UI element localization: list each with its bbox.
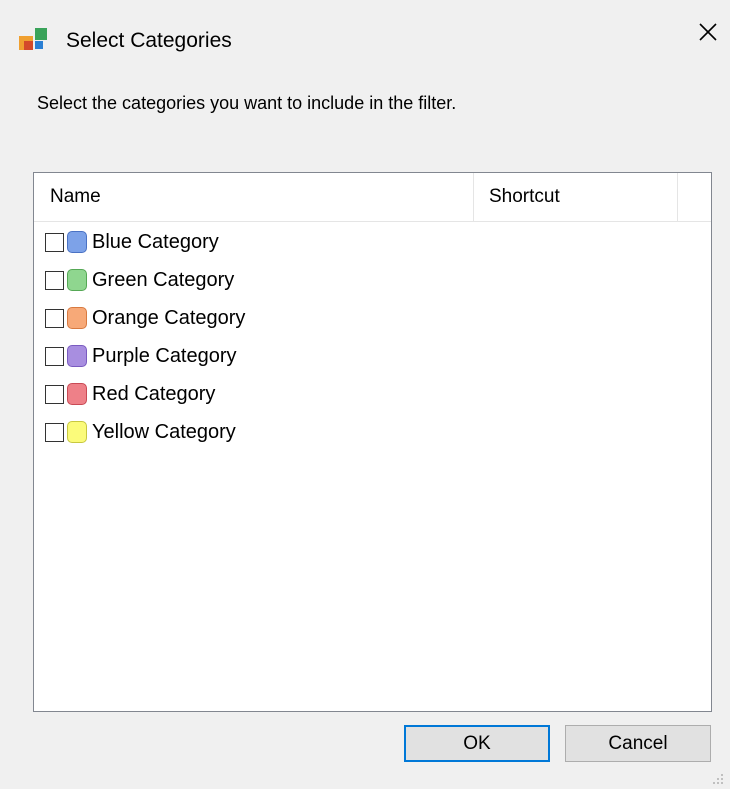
instruction-text: Select the categories you want to includ… — [37, 93, 457, 113]
category-checkbox[interactable] — [45, 308, 64, 328]
category-color-icon — [67, 231, 87, 253]
list-item[interactable]: Yellow Category — [34, 413, 711, 451]
close-icon — [699, 23, 717, 41]
ok-button[interactable]: OK — [404, 725, 550, 762]
category-color-icon — [67, 269, 87, 291]
cancel-button[interactable]: Cancel — [565, 725, 711, 762]
category-checkbox[interactable] — [45, 346, 64, 366]
category-label: Purple Category — [92, 345, 237, 367]
category-color-icon — [67, 383, 87, 405]
column-header-shortcut[interactable]: Shortcut — [474, 173, 678, 221]
list-header: Name Shortcut — [34, 173, 711, 222]
list-rows: Blue Category Green Category Orange Catego… — [34, 223, 711, 451]
title-bar: Select Categories — [0, 0, 730, 78]
category-color-icon — [67, 307, 87, 329]
list-item[interactable]: Purple Category — [34, 337, 711, 375]
category-label: Yellow Category — [92, 421, 236, 443]
categories-list[interactable]: Name Shortcut Blue Category Green Categor… — [33, 172, 712, 712]
category-color-icon — [67, 421, 87, 443]
category-color-icon — [67, 345, 87, 367]
close-button[interactable] — [686, 12, 730, 52]
category-label: Blue Category — [92, 231, 219, 253]
resize-grip-icon[interactable] — [712, 773, 724, 785]
outlook-categories-icon — [19, 28, 47, 50]
category-checkbox[interactable] — [45, 422, 64, 442]
select-categories-dialog: Select Categories Select the categories … — [0, 0, 730, 789]
category-label: Green Category — [92, 269, 235, 291]
category-checkbox[interactable] — [45, 384, 64, 404]
category-checkbox[interactable] — [45, 232, 64, 252]
list-item[interactable]: Blue Category — [34, 223, 711, 261]
list-item[interactable]: Red Category — [34, 375, 711, 413]
dialog-title: Select Categories — [66, 29, 232, 52]
column-header-name[interactable]: Name — [34, 173, 474, 221]
category-checkbox[interactable] — [45, 270, 64, 290]
list-item[interactable]: Orange Category — [34, 299, 711, 337]
category-label: Red Category — [92, 383, 216, 405]
category-label: Orange Category — [92, 307, 246, 329]
list-item[interactable]: Green Category — [34, 261, 711, 299]
